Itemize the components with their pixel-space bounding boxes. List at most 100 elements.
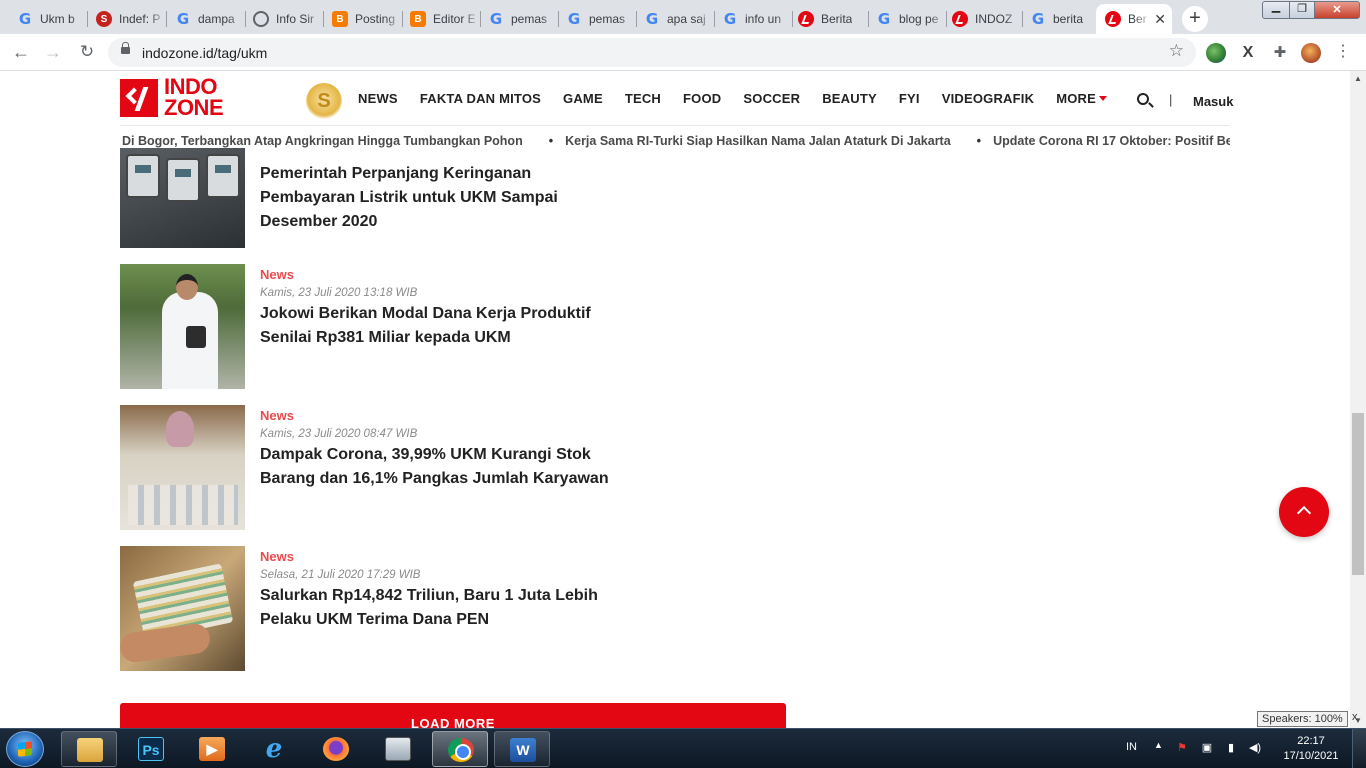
article-title[interactable]: Dampak Corona, 39,99% UKM Kurangi Stok B… xyxy=(260,443,620,491)
article-category[interactable]: News xyxy=(260,408,294,423)
language-indicator[interactable]: IN xyxy=(1126,741,1137,753)
browser-tab[interactable]: Gberita xyxy=(1021,4,1101,34)
new-tab-button[interactable]: + xyxy=(1182,6,1208,32)
taskbar-calculator[interactable] xyxy=(370,731,426,767)
indozone-logo-icon[interactable] xyxy=(120,79,158,117)
scroll-up-arrow-icon[interactable]: ▲ xyxy=(1354,74,1362,83)
browser-tab[interactable]: Ginfo un xyxy=(713,4,793,34)
article-thumbnail[interactable] xyxy=(120,148,245,248)
scrollbar-thumb[interactable] xyxy=(1352,413,1364,575)
browser-tab[interactable]: INDOZ xyxy=(943,4,1023,34)
article-category[interactable]: News xyxy=(260,549,294,564)
network-icon[interactable]: ▣ xyxy=(1200,741,1214,755)
window-maximize-button[interactable]: ❐ xyxy=(1289,1,1315,19)
article-title[interactable]: Pemerintah Perpanjang Keringanan Pembaya… xyxy=(260,162,620,234)
main-nav: NEWS FAKTA DAN MITOS GAME TECH FOOD SOCC… xyxy=(358,71,1129,126)
article-date: Kamis, 23 Juli 2020 08:47 WIB xyxy=(260,428,418,440)
taskbar-word[interactable]: W xyxy=(494,731,550,767)
browser-tab[interactable]: S Indef: P xyxy=(87,4,167,34)
meter-graphic xyxy=(206,154,240,198)
article-thumbnail[interactable] xyxy=(120,405,245,530)
nav-item-fakta-dan-mitos[interactable]: FAKTA DAN MITOS xyxy=(420,91,541,106)
photo-figure xyxy=(166,411,194,447)
google-icon: G xyxy=(723,10,737,28)
taskbar-explorer[interactable] xyxy=(61,731,117,767)
nav-item-game[interactable]: GAME xyxy=(563,91,603,106)
nav-item-videografik[interactable]: VIDEOGRAFIK xyxy=(942,91,1034,106)
taskbar-internet-explorer[interactable]: e xyxy=(246,731,302,767)
browser-tab[interactable]: Gdampa xyxy=(166,4,246,34)
ticker-bullet: • xyxy=(976,134,982,148)
browser-tab-strip: G Ukm b S Indef: P Gdampa Info Sir B Postin… xyxy=(0,0,1366,34)
extension-x-icon[interactable]: X xyxy=(1238,43,1258,63)
browser-tab[interactable]: Gblog pe xyxy=(867,4,947,34)
article-category[interactable]: News xyxy=(260,267,294,282)
indozone-icon xyxy=(798,11,814,27)
nav-item-more[interactable]: MORE xyxy=(1056,91,1107,106)
browser-tab[interactable]: B Posting xyxy=(323,4,403,34)
photo-figure xyxy=(120,621,212,665)
profile-avatar[interactable] xyxy=(1301,43,1321,63)
show-hidden-icons-icon[interactable]: ▲ xyxy=(1154,740,1163,750)
promo-badge-icon[interactable]: S xyxy=(306,83,342,119)
taskbar-media-player[interactable]: ▶ xyxy=(184,731,240,767)
logo-text[interactable]: ZONE xyxy=(164,97,224,119)
nav-item-tech[interactable]: TECH xyxy=(625,91,661,106)
browser-tab[interactable]: Info Sir xyxy=(244,4,324,34)
nav-item-soccer[interactable]: SOCCER xyxy=(743,91,800,106)
nav-item-food[interactable]: FOOD xyxy=(683,91,721,106)
nav-item-fyi[interactable]: FYI xyxy=(899,91,920,106)
browser-tab-active[interactable]: Ber✕ xyxy=(1096,4,1172,34)
signal-strength-icon[interactable]: ▮ xyxy=(1224,741,1238,755)
browser-tab[interactable]: Berita xyxy=(789,4,869,34)
bookmark-star-icon[interactable]: ☆ xyxy=(1169,41,1184,61)
window-close-button[interactable]: ✕ xyxy=(1314,1,1360,19)
browser-tab[interactable]: Gpemas xyxy=(557,4,637,34)
address-bar[interactable]: indozone.id/tag/ukm ☆ xyxy=(108,38,1196,67)
site-header: INDO ZONE S NEWS FAKTA DAN MITOS GAME TE… xyxy=(120,71,1233,126)
login-link[interactable]: Masuk xyxy=(1193,94,1233,109)
nav-item-beauty[interactable]: BEAUTY xyxy=(822,91,877,106)
page-scrollbar[interactable]: ▲ ▼ xyxy=(1350,71,1366,728)
article-title[interactable]: Jokowi Berikan Modal Dana Kerja Produkti… xyxy=(260,302,620,350)
speaker-volume-icon[interactable]: ◀) xyxy=(1248,741,1262,755)
system-clock[interactable]: 22:17 17/10/2021 xyxy=(1282,734,1340,764)
reload-icon[interactable]: ↻ xyxy=(75,41,99,65)
close-tab-icon[interactable]: ✕ xyxy=(1154,11,1166,28)
ticker-item[interactable]: Update Corona RI 17 Oktober: Positif Ber… xyxy=(993,134,1230,148)
ticker-item[interactable]: Di Bogor, Terbangkan Atap Angkringan Hin… xyxy=(122,134,523,148)
search-icon[interactable] xyxy=(1137,93,1149,105)
browser-menu-icon[interactable]: ⋮ xyxy=(1333,43,1353,63)
article-date: Kamis, 23 Juli 2020 13:18 WIB xyxy=(260,287,418,299)
tooltip-close-icon[interactable]: x xyxy=(1352,711,1358,723)
article-thumbnail[interactable] xyxy=(120,546,245,671)
forward-arrow-icon[interactable]: → xyxy=(41,41,65,65)
start-button[interactable] xyxy=(6,731,44,767)
browser-tab[interactable]: B Editor E xyxy=(401,4,481,34)
nav-item-news[interactable]: NEWS xyxy=(358,91,398,106)
article-title[interactable]: Salurkan Rp14,842 Triliun, Baru 1 Juta L… xyxy=(260,584,620,632)
article-item: News Selasa, 21 Juli 2020 17:29 WIB Salu… xyxy=(120,546,820,671)
taskbar-firefox[interactable] xyxy=(308,731,364,767)
globe-icon xyxy=(253,11,269,27)
taskbar-chrome[interactable] xyxy=(432,731,488,767)
back-to-top-button[interactable] xyxy=(1279,487,1329,537)
action-center-flag-icon[interactable]: ⚑ xyxy=(1175,741,1189,755)
article-thumbnail[interactable] xyxy=(120,264,245,389)
taskbar-photoshop[interactable]: Ps xyxy=(123,731,179,767)
load-more-button[interactable]: LOAD MORE xyxy=(120,703,786,728)
back-arrow-icon[interactable]: ← xyxy=(9,41,33,65)
browser-tab[interactable]: Gapa saj xyxy=(635,4,715,34)
ticker-item[interactable]: Kerja Sama RI-Turki Siap Hasilkan Nama J… xyxy=(565,134,951,148)
window-minimize-button[interactable]: ▁ xyxy=(1262,1,1290,19)
caret-down-icon xyxy=(1099,96,1107,101)
extensions-puzzle-icon[interactable]: ✚ xyxy=(1270,43,1290,63)
chrome-icon xyxy=(448,738,474,762)
extension-globe-icon[interactable] xyxy=(1206,43,1226,63)
url-text[interactable]: indozone.id/tag/ukm xyxy=(142,45,267,61)
lock-icon[interactable] xyxy=(121,42,130,54)
browser-tab[interactable]: Gpemas xyxy=(479,4,559,34)
show-desktop-button[interactable] xyxy=(1352,729,1366,768)
browser-tab[interactable]: G Ukm b xyxy=(8,4,88,34)
clock-date: 17/10/2021 xyxy=(1283,750,1339,762)
